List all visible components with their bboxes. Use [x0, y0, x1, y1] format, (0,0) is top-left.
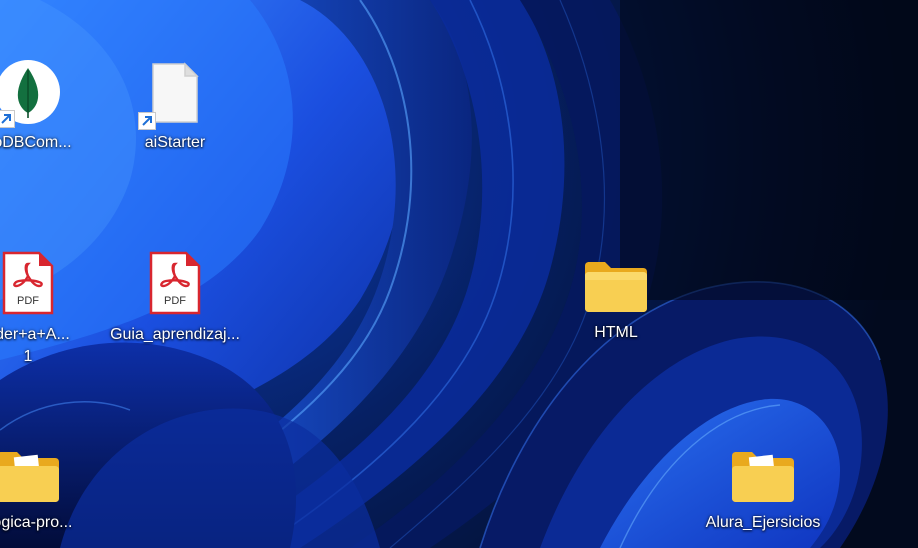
desktop-icon-label-line2: 1	[23, 348, 33, 365]
folder-icon	[730, 450, 796, 504]
desktop-icon-label: Alura_Ejersicios	[705, 514, 821, 531]
blank-file-icon	[151, 62, 199, 124]
desktop-icon-label: aiStarter	[144, 134, 206, 151]
desktop-icon-label: -logica-pro...	[0, 514, 73, 531]
shortcut-arrow-icon	[138, 112, 156, 130]
pdf-badge: PDF	[164, 295, 186, 307]
desktop-icon-logica-folder[interactable]: -logica-pro...	[0, 432, 103, 534]
desktop-icon-pdf-2[interactable]: PDF Guia_aprendizaj...	[100, 244, 250, 346]
desktop-icon-label: nder+a+A...	[0, 326, 70, 343]
pdf-file-icon: PDF	[148, 250, 202, 316]
desktop-icon-aistarter[interactable]: aiStarter	[100, 52, 250, 154]
folder-icon	[0, 450, 61, 504]
desktop-icon-html-folder[interactable]: HTML	[541, 242, 691, 344]
shortcut-arrow-icon	[0, 110, 15, 128]
folder-icon	[583, 260, 649, 314]
desktop-icon-label: HTML	[594, 324, 638, 341]
pdf-badge: PDF	[17, 295, 39, 307]
desktop[interactable]: goDBCom... aiStarter PDF	[0, 0, 918, 548]
desktop-icon-label: Guia_aprendizaj...	[110, 326, 240, 343]
desktop-icon-pdf-1[interactable]: PDF nder+a+A... 1	[0, 244, 103, 368]
pdf-file-icon: PDF	[1, 250, 55, 316]
desktop-icon-mongodb-compass[interactable]: goDBCom...	[0, 52, 103, 154]
desktop-icon-label: goDBCom...	[0, 134, 72, 151]
desktop-icon-alura-folder[interactable]: Alura_Ejersicios	[688, 432, 838, 534]
